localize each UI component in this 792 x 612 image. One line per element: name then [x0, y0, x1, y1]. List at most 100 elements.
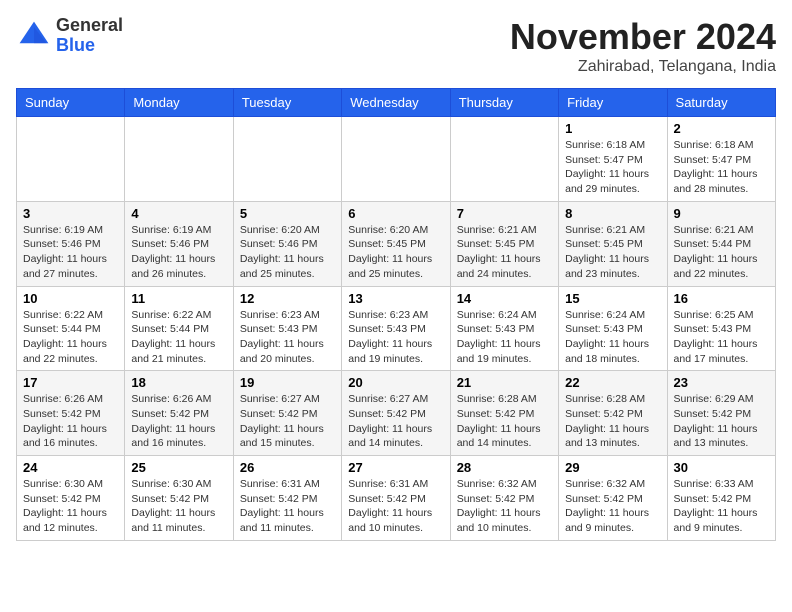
day-info: Sunrise: 6:24 AM Sunset: 5:43 PM Dayligh…: [565, 308, 660, 367]
day-info: Sunrise: 6:31 AM Sunset: 5:42 PM Dayligh…: [240, 477, 335, 536]
day-number: 23: [674, 375, 769, 390]
day-info: Sunrise: 6:26 AM Sunset: 5:42 PM Dayligh…: [131, 392, 226, 451]
calendar-cell: 11Sunrise: 6:22 AM Sunset: 5:44 PM Dayli…: [125, 286, 233, 371]
day-info: Sunrise: 6:19 AM Sunset: 5:46 PM Dayligh…: [131, 223, 226, 282]
weekday-header-wednesday: Wednesday: [342, 89, 450, 117]
day-number: 30: [674, 460, 769, 475]
calendar-cell: 10 Sunrise: 6:22 AM Sunset: 5:44 PM Dayli…: [17, 286, 125, 371]
calendar-cell: 8Sunrise: 6:21 AM Sunset: 5:45 PM Daylig…: [559, 201, 667, 286]
day-info: Sunrise: 6:28 AM Sunset: 5:42 PM Dayligh…: [457, 392, 552, 451]
calendar-cell: 3Sunrise: 6:19 AM Sunset: 5:46 PM Daylig…: [17, 201, 125, 286]
day-info: Sunrise: 6:28 AM Sunset: 5:42 PM Dayligh…: [565, 392, 660, 451]
day-info: Sunrise: 6:27 AM Sunset: 5:42 PM Dayligh…: [240, 392, 335, 451]
day-info: Sunrise: 6:22 AM Sunset: 5:44 PM Dayligh…: [131, 308, 226, 367]
calendar-week-row: 1 Sunrise: 6:18 AM Sunset: 5:47 PM Daylig…: [17, 117, 776, 202]
day-info: Sunrise: 6:20 AM Sunset: 5:46 PM Dayligh…: [240, 223, 335, 282]
logo-blue: Blue: [56, 36, 123, 56]
calendar-cell: 5 Sunrise: 6:20 AM Sunset: 5:46 PM Daylig…: [233, 201, 341, 286]
weekday-header-sunday: Sunday: [17, 89, 125, 117]
calendar-cell: 4 Sunrise: 6:19 AM Sunset: 5:46 PM Daylig…: [125, 201, 233, 286]
day-number: 12: [240, 291, 335, 306]
page-header: General Blue November 2024 Zahirabad, Te…: [16, 16, 776, 76]
weekday-header-saturday: Saturday: [667, 89, 775, 117]
day-info: Sunrise: 6:33 AM Sunset: 5:42 PM Dayligh…: [674, 477, 769, 536]
calendar-cell: 20Sunrise: 6:27 AM Sunset: 5:42 PM Dayli…: [342, 371, 450, 456]
location: Zahirabad, Telangana, India: [510, 58, 776, 76]
day-info: Sunrise: 6:23 AM Sunset: 5:43 PM Dayligh…: [348, 308, 443, 367]
weekday-header-tuesday: Tuesday: [233, 89, 341, 117]
title-block: November 2024 Zahirabad, Telangana, Indi…: [510, 16, 776, 76]
day-info: Sunrise: 6:21 AM Sunset: 5:45 PM Dayligh…: [457, 223, 552, 282]
calendar-cell: 25 Sunrise: 6:30 AM Sunset: 5:42 PM Dayli…: [125, 456, 233, 541]
calendar-cell: 17Sunrise: 6:26 AM Sunset: 5:42 PM Dayli…: [17, 371, 125, 456]
day-info: Sunrise: 6:30 AM Sunset: 5:42 PM Dayligh…: [131, 477, 226, 536]
day-number: 2: [674, 121, 769, 136]
calendar-cell: 27Sunrise: 6:31 AM Sunset: 5:42 PM Dayli…: [342, 456, 450, 541]
day-number: 16: [674, 291, 769, 306]
calendar-cell: [342, 117, 450, 202]
day-info: Sunrise: 6:32 AM Sunset: 5:42 PM Dayligh…: [565, 477, 660, 536]
day-info: Sunrise: 6:18 AM Sunset: 5:47 PM Dayligh…: [565, 138, 660, 197]
logo-general: General: [56, 16, 123, 36]
calendar-cell: [17, 117, 125, 202]
calendar-cell: 21Sunrise: 6:28 AM Sunset: 5:42 PM Dayli…: [450, 371, 558, 456]
calendar-cell: 18 Sunrise: 6:26 AM Sunset: 5:42 PM Dayli…: [125, 371, 233, 456]
calendar-week-row: 3 Sunrise: 6:19 AM Sunset: 5:46 PM Daylig…: [17, 201, 776, 286]
day-info: Sunrise: 6:26 AM Sunset: 5:42 PM Dayligh…: [23, 392, 118, 451]
day-info: Sunrise: 6:21 AM Sunset: 5:45 PM Dayligh…: [565, 223, 660, 282]
day-info: Sunrise: 6:20 AM Sunset: 5:45 PM Dayligh…: [348, 223, 443, 282]
calendar-cell: 22 Sunrise: 6:28 AM Sunset: 5:42 PM Dayli…: [559, 371, 667, 456]
calendar-cell: 13Sunrise: 6:23 AM Sunset: 5:43 PM Dayli…: [342, 286, 450, 371]
calendar-cell: 24 Sunrise: 6:30 AM Sunset: 5:42 PM Dayli…: [17, 456, 125, 541]
calendar-cell: 23Sunrise: 6:29 AM Sunset: 5:42 PM Dayli…: [667, 371, 775, 456]
calendar-cell: 30 Sunrise: 6:33 AM Sunset: 5:42 PM Dayli…: [667, 456, 775, 541]
day-number: 7: [457, 206, 552, 221]
day-number: 18: [131, 375, 226, 390]
calendar-cell: 26 Sunrise: 6:31 AM Sunset: 5:42 PM Dayli…: [233, 456, 341, 541]
calendar-cell: [233, 117, 341, 202]
weekday-header-row: SundayMondayTuesdayWednesdayThursdayFrid…: [17, 89, 776, 117]
day-number: 28: [457, 460, 552, 475]
calendar-cell: 7 Sunrise: 6:21 AM Sunset: 5:45 PM Daylig…: [450, 201, 558, 286]
day-number: 6: [348, 206, 443, 221]
calendar-cell: 1 Sunrise: 6:18 AM Sunset: 5:47 PM Daylig…: [559, 117, 667, 202]
calendar-cell: 28 Sunrise: 6:32 AM Sunset: 5:42 PM Dayli…: [450, 456, 558, 541]
day-number: 22: [565, 375, 660, 390]
calendar-week-row: 17Sunrise: 6:26 AM Sunset: 5:42 PM Dayli…: [17, 371, 776, 456]
day-number: 20: [348, 375, 443, 390]
calendar-week-row: 10 Sunrise: 6:22 AM Sunset: 5:44 PM Dayli…: [17, 286, 776, 371]
day-info: Sunrise: 6:22 AM Sunset: 5:44 PM Dayligh…: [23, 308, 118, 367]
day-number: 26: [240, 460, 335, 475]
calendar-cell: 19 Sunrise: 6:27 AM Sunset: 5:42 PM Dayli…: [233, 371, 341, 456]
day-info: Sunrise: 6:21 AM Sunset: 5:44 PM Dayligh…: [674, 223, 769, 282]
day-number: 10: [23, 291, 118, 306]
calendar-cell: [450, 117, 558, 202]
calendar-cell: [125, 117, 233, 202]
month-title: November 2024: [510, 16, 776, 58]
day-number: 5: [240, 206, 335, 221]
day-info: Sunrise: 6:30 AM Sunset: 5:42 PM Dayligh…: [23, 477, 118, 536]
day-number: 24: [23, 460, 118, 475]
day-number: 1: [565, 121, 660, 136]
day-number: 9: [674, 206, 769, 221]
day-info: Sunrise: 6:32 AM Sunset: 5:42 PM Dayligh…: [457, 477, 552, 536]
calendar-cell: 15 Sunrise: 6:24 AM Sunset: 5:43 PM Dayli…: [559, 286, 667, 371]
calendar-cell: 16Sunrise: 6:25 AM Sunset: 5:43 PM Dayli…: [667, 286, 775, 371]
day-number: 25: [131, 460, 226, 475]
day-number: 15: [565, 291, 660, 306]
calendar-cell: 2Sunrise: 6:18 AM Sunset: 5:47 PM Daylig…: [667, 117, 775, 202]
day-number: 19: [240, 375, 335, 390]
day-info: Sunrise: 6:31 AM Sunset: 5:42 PM Dayligh…: [348, 477, 443, 536]
logo-icon: [16, 18, 52, 54]
calendar-table: SundayMondayTuesdayWednesdayThursdayFrid…: [16, 88, 776, 541]
day-number: 3: [23, 206, 118, 221]
calendar-cell: 12 Sunrise: 6:23 AM Sunset: 5:43 PM Dayli…: [233, 286, 341, 371]
day-info: Sunrise: 6:23 AM Sunset: 5:43 PM Dayligh…: [240, 308, 335, 367]
day-number: 14: [457, 291, 552, 306]
calendar-cell: 6 Sunrise: 6:20 AM Sunset: 5:45 PM Daylig…: [342, 201, 450, 286]
day-number: 4: [131, 206, 226, 221]
calendar-cell: 9 Sunrise: 6:21 AM Sunset: 5:44 PM Daylig…: [667, 201, 775, 286]
day-info: Sunrise: 6:24 AM Sunset: 5:43 PM Dayligh…: [457, 308, 552, 367]
logo-text: General Blue: [56, 16, 123, 56]
weekday-header-monday: Monday: [125, 89, 233, 117]
